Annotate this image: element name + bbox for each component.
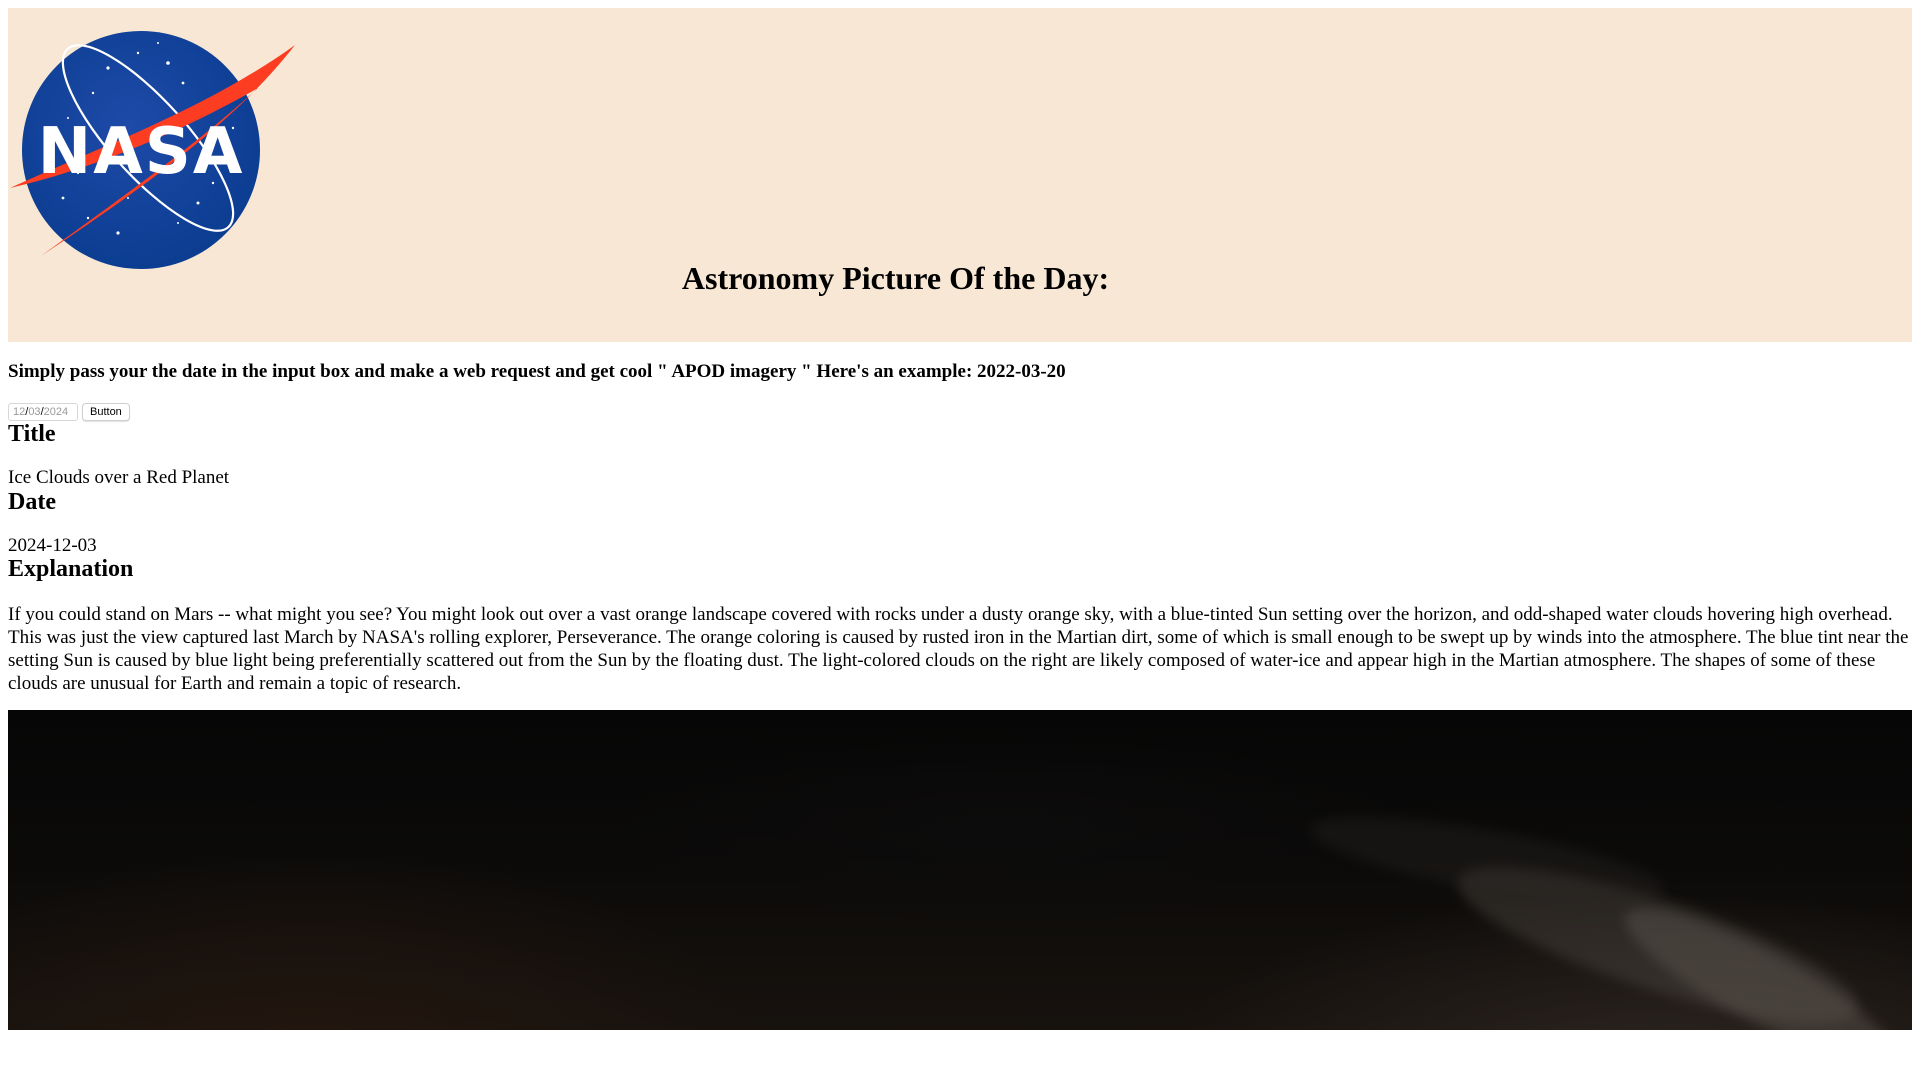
header-banner: NASA Astronomy Picture Of the Day: [8,8,1912,342]
apod-date: 2024-12-03 [8,534,97,556]
apod-title: Ice Clouds over a Red Planet [8,466,230,488]
date-month[interactable]: 12 [13,406,25,418]
date-year[interactable]: 2024 [44,406,68,418]
submit-button[interactable]: Button [82,402,130,421]
nasa-logo: NASA [10,31,295,269]
intro-text: Simply pass your the date in the input b… [8,361,1066,382]
date-heading: Date [8,488,56,515]
date-controls: 12 / 03 / 2024 Button [8,402,1912,422]
date-input[interactable]: 12 / 03 / 2024 [8,402,78,421]
title-heading: Title [8,420,56,447]
page: NASA Astronomy Picture Of the Day: Simpl… [0,0,1920,1080]
page-title: Astronomy Picture Of the Day: [681,260,1110,296]
apod-image [8,710,1912,1031]
date-day[interactable]: 03 [28,406,40,418]
nasa-logo-text: NASA [38,115,245,189]
explanation-heading: Explanation [8,556,134,583]
apod-explanation: If you could stand on Mars -- what might… [8,604,1909,695]
